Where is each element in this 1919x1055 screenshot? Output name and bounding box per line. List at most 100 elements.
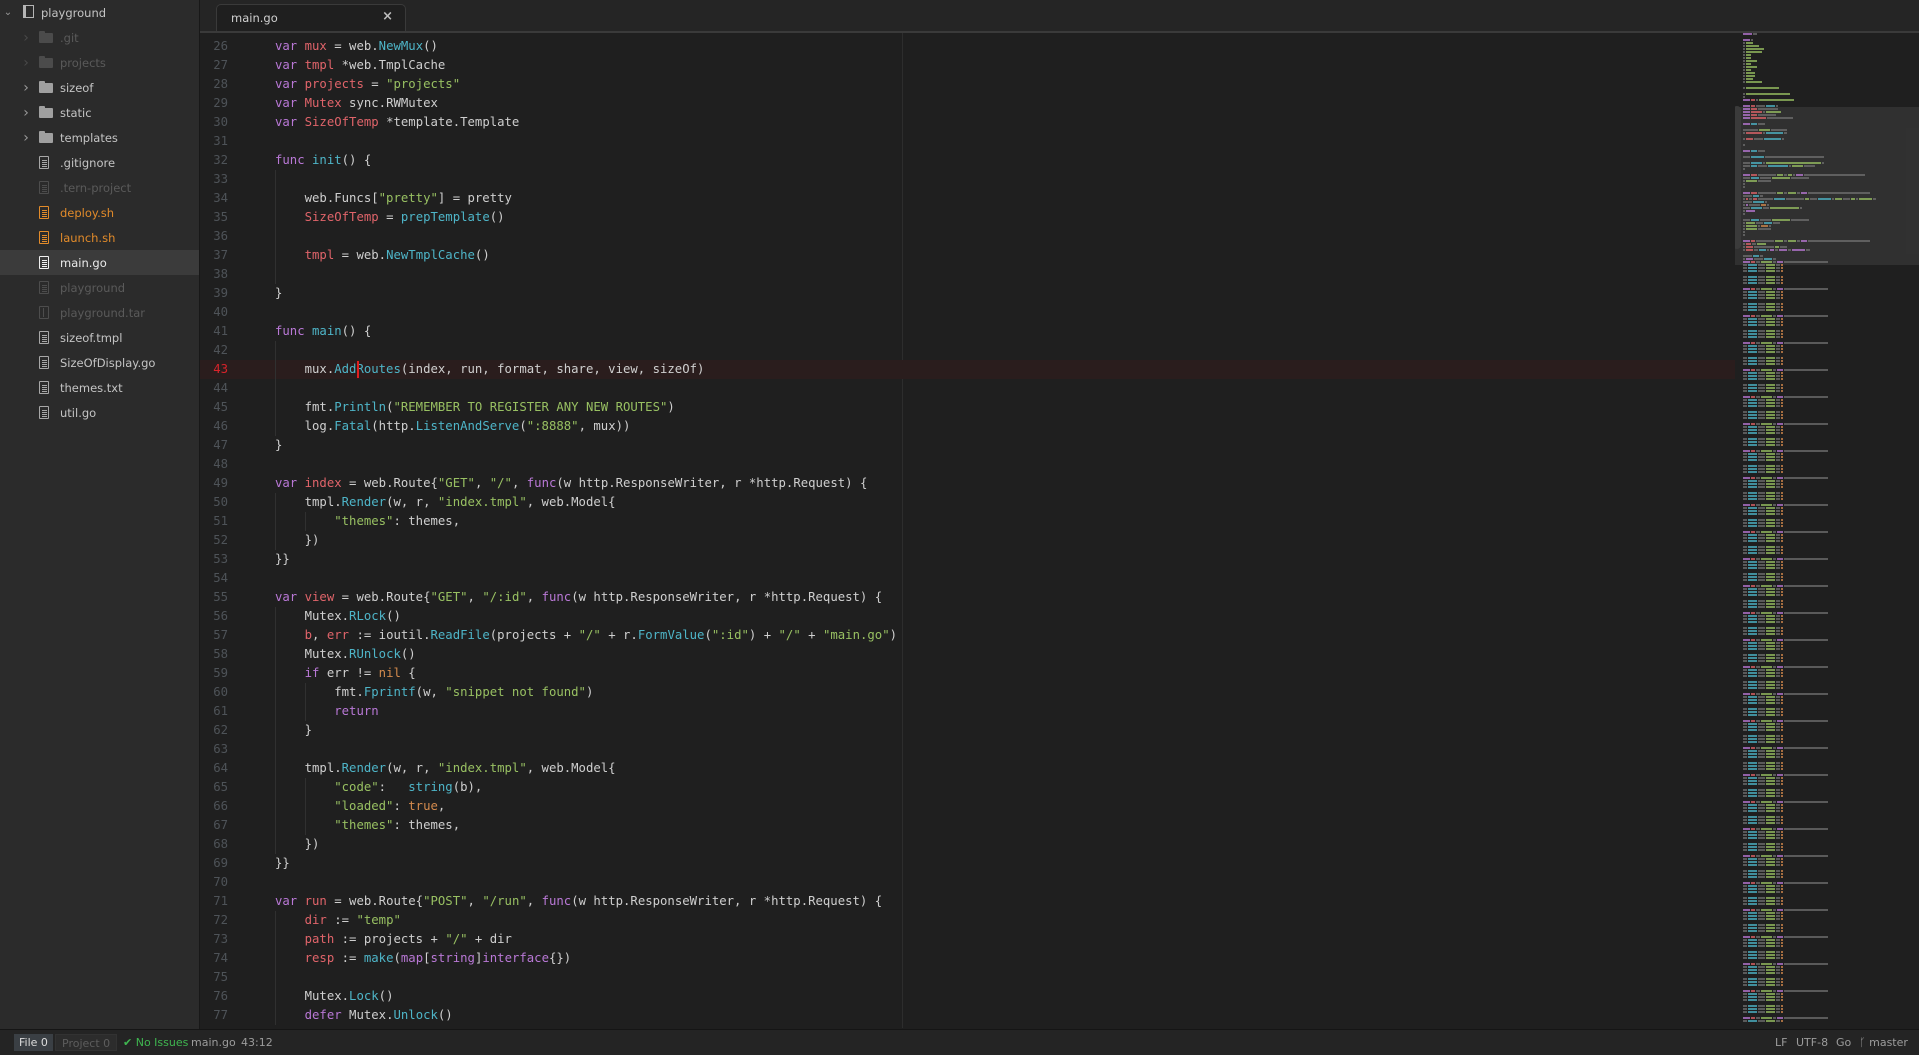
code-line[interactable]: 73 path := projects + "/" + dir	[200, 930, 1735, 949]
line-number[interactable]: 65	[200, 778, 228, 797]
line-ending[interactable]: LF	[1775, 1030, 1787, 1055]
code-line[interactable]: 46 log.Fatal(http.ListenAndServe(":8888"…	[200, 417, 1735, 436]
line-number[interactable]: 35	[200, 208, 228, 227]
code-line[interactable]: 53}}	[200, 550, 1735, 569]
code-line[interactable]: 60 fmt.Fprintf(w, "snippet not found")	[200, 683, 1735, 702]
code-line[interactable]: 55 var view = web.Route{"GET", "/:id", fu…	[200, 588, 1735, 607]
line-number[interactable]: 28	[200, 75, 228, 94]
code-line[interactable]: 43 mux.AddRoutes(index, run, format, sha…	[200, 360, 1735, 379]
code-line[interactable]: 40	[200, 303, 1735, 322]
scrollbar-thumb[interactable]	[1735, 106, 1741, 249]
line-number[interactable]: 36	[200, 227, 228, 246]
code-line[interactable]: 41 func main() {	[200, 322, 1735, 341]
code-line[interactable]: 34 web.Funcs["pretty"] = pretty	[200, 189, 1735, 208]
chevron-right-icon[interactable]: ›	[21, 30, 31, 46]
line-number[interactable]: 45	[200, 398, 228, 417]
line-number[interactable]: 66	[200, 797, 228, 816]
line-number[interactable]: 53	[200, 550, 228, 569]
tree-item[interactable]: deploy.sh	[0, 200, 199, 225]
code-line[interactable]: 71 var run = web.Route{"POST", "/run", fu…	[200, 892, 1735, 911]
line-number[interactable]: 54	[200, 569, 228, 588]
code-line[interactable]: 28 var projects = "projects"	[200, 75, 1735, 94]
minimap[interactable]	[1735, 33, 1919, 1028]
tree-item[interactable]: › sizeof	[0, 75, 199, 100]
code-line[interactable]: 75	[200, 968, 1735, 987]
cursor-position[interactable]: 43:12	[241, 1030, 273, 1055]
tree-item[interactable]: main.go	[0, 250, 199, 275]
line-number[interactable]: 37	[200, 246, 228, 265]
line-number[interactable]: 39	[200, 284, 228, 303]
tree-item[interactable]: playground	[0, 275, 199, 300]
line-number[interactable]: 73	[200, 930, 228, 949]
code-line[interactable]: 69}}	[200, 854, 1735, 873]
code-line[interactable]: 48	[200, 455, 1735, 474]
git-branch[interactable]: ᚴ master	[1859, 1030, 1908, 1055]
line-number[interactable]: 38	[200, 265, 228, 284]
code-line[interactable]: 54	[200, 569, 1735, 588]
code-line[interactable]: 39}	[200, 284, 1735, 303]
code-line[interactable]: 70	[200, 873, 1735, 892]
close-icon[interactable]: ×	[382, 9, 393, 24]
code-line[interactable]: 31	[200, 132, 1735, 151]
line-number[interactable]: 56	[200, 607, 228, 626]
tree-item[interactable]: › projects	[0, 50, 199, 75]
tree-item[interactable]: themes.txt	[0, 375, 199, 400]
tree-item[interactable]: .tern-project	[0, 175, 199, 200]
line-number[interactable]: 72	[200, 911, 228, 930]
code-line[interactable]: 49 var index = web.Route{"GET", "/", func…	[200, 474, 1735, 493]
code-line[interactable]: 35 SizeOfTemp = prepTemplate()	[200, 208, 1735, 227]
line-number[interactable]: 40	[200, 303, 228, 322]
line-number[interactable]: 48	[200, 455, 228, 474]
tree-item[interactable]: launch.sh	[0, 225, 199, 250]
code-line[interactable]: 61 return	[200, 702, 1735, 721]
tree-item[interactable]: › static	[0, 100, 199, 125]
code-line[interactable]: 47}	[200, 436, 1735, 455]
tree-root-playground[interactable]: ⌄ playground	[0, 0, 199, 25]
code-line[interactable]: 45 fmt.Println("REMEMBER TO REGISTER ANY…	[200, 398, 1735, 417]
line-number[interactable]: 49	[200, 474, 228, 493]
chevron-right-icon[interactable]: ›	[21, 80, 31, 96]
tree-item[interactable]: sizeof.tmpl	[0, 325, 199, 350]
tree-item[interactable]: util.go	[0, 400, 199, 425]
code-line[interactable]: 72 dir := "temp"	[200, 911, 1735, 930]
line-number[interactable]: 61	[200, 702, 228, 721]
line-number[interactable]: 51	[200, 512, 228, 531]
line-number[interactable]: 32	[200, 151, 228, 170]
code-line[interactable]: 44	[200, 379, 1735, 398]
code-line[interactable]: 57 b, err := ioutil.ReadFile(projects + …	[200, 626, 1735, 645]
status-filename[interactable]: main.go	[191, 1030, 236, 1055]
code-line[interactable]: 58 Mutex.RUnlock()	[200, 645, 1735, 664]
code-line[interactable]: 51 "themes": themes,	[200, 512, 1735, 531]
code-line[interactable]: 52 })	[200, 531, 1735, 550]
line-number[interactable]: 27	[200, 56, 228, 75]
line-number[interactable]: 76	[200, 987, 228, 1006]
line-number[interactable]: 55	[200, 588, 228, 607]
code-line[interactable]: 65 "code": string(b),	[200, 778, 1735, 797]
code-line[interactable]: 27 var tmpl *web.TmplCache	[200, 56, 1735, 75]
tree-item[interactable]: › .git	[0, 25, 199, 50]
linter-project-tab[interactable]: Project 0	[55, 1034, 117, 1051]
line-number[interactable]: 26	[200, 37, 228, 56]
code-line[interactable]: 66 "loaded": true,	[200, 797, 1735, 816]
grammar-selector[interactable]: Go	[1836, 1030, 1851, 1055]
line-number[interactable]: 63	[200, 740, 228, 759]
tab-main-go[interactable]: main.go ×	[216, 4, 406, 31]
code-line[interactable]: 30 var SizeOfTemp *template.Template	[200, 113, 1735, 132]
code-line[interactable]: 36	[200, 227, 1735, 246]
code-line[interactable]: 42	[200, 341, 1735, 360]
tree-item[interactable]: SizeOfDisplay.go	[0, 350, 199, 375]
line-number[interactable]: 31	[200, 132, 228, 151]
code-line[interactable]: 50 tmpl.Render(w, r, "index.tmpl", web.M…	[200, 493, 1735, 512]
line-number[interactable]: 60	[200, 683, 228, 702]
line-number[interactable]: 41	[200, 322, 228, 341]
tree-item[interactable]: .gitignore	[0, 150, 199, 175]
code-editor[interactable]: 26 var mux = web.NewMux() 27 var tmpl *web.…	[200, 33, 1735, 1028]
line-number[interactable]: 50	[200, 493, 228, 512]
code-line[interactable]: 67 "themes": themes,	[200, 816, 1735, 835]
line-number[interactable]: 58	[200, 645, 228, 664]
line-number[interactable]: 71	[200, 892, 228, 911]
line-number[interactable]: 42	[200, 341, 228, 360]
line-number[interactable]: 59	[200, 664, 228, 683]
code-line[interactable]: 76 Mutex.Lock()	[200, 987, 1735, 1006]
code-line[interactable]: 32 func init() {	[200, 151, 1735, 170]
